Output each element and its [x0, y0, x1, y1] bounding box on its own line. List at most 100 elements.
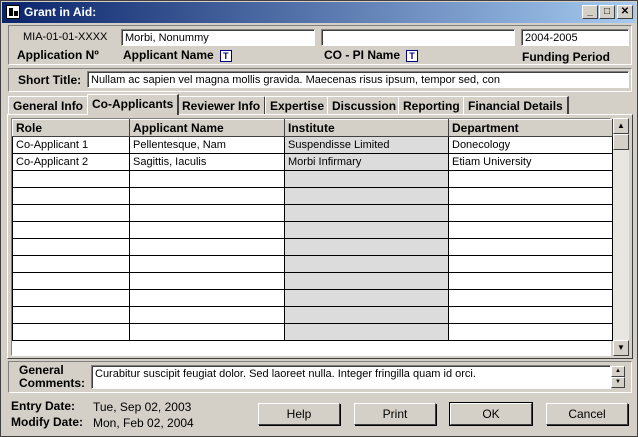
- column-header-department[interactable]: Department: [448, 119, 613, 137]
- table-cell[interactable]: Morbi Infirmary: [284, 153, 449, 171]
- table-row[interactable]: [12, 289, 613, 307]
- comments-scroll-down[interactable]: ▼: [611, 377, 625, 388]
- table-row[interactable]: [12, 204, 613, 222]
- maximize-icon: □: [603, 6, 611, 17]
- table-cell[interactable]: [129, 306, 285, 324]
- scroll-up-button[interactable]: ▲: [613, 118, 629, 134]
- table-cell[interactable]: [129, 187, 285, 205]
- table-cell[interactable]: [12, 255, 130, 273]
- table-cell[interactable]: [129, 238, 285, 256]
- table-cell[interactable]: [448, 255, 613, 273]
- tab-general-info[interactable]: General Info: [8, 96, 90, 114]
- table-cell[interactable]: [12, 238, 130, 256]
- table-cell[interactable]: Etiam University: [448, 153, 613, 171]
- table-cell[interactable]: [284, 306, 449, 324]
- window-title: Grant in Aid:: [24, 5, 97, 19]
- table-cell[interactable]: [129, 272, 285, 290]
- help-button[interactable]: Help: [258, 403, 340, 425]
- table-row[interactable]: [12, 255, 613, 273]
- table-cell[interactable]: [448, 170, 613, 188]
- table-cell[interactable]: Pellentesque, Nam: [129, 136, 285, 154]
- column-header-role[interactable]: Role: [12, 119, 130, 137]
- maximize-button[interactable]: □: [599, 5, 615, 19]
- table-cell[interactable]: [12, 306, 130, 324]
- general-comments-label: General Comments:: [19, 363, 86, 390]
- table-cell[interactable]: [284, 323, 449, 341]
- table-cell[interactable]: [129, 289, 285, 307]
- table-cell[interactable]: [129, 221, 285, 239]
- table-cell[interactable]: Co-Applicant 2: [12, 153, 130, 171]
- general-comments-field[interactable]: Curabitur suscipit feugiat dolor. Sed la…: [91, 365, 611, 389]
- table-cell[interactable]: [448, 187, 613, 205]
- table-row[interactable]: [12, 221, 613, 239]
- table-cell[interactable]: [448, 238, 613, 256]
- table-cell[interactable]: [284, 187, 449, 205]
- copi-name-field[interactable]: [321, 29, 515, 46]
- arrow-down-icon: ▼: [617, 343, 625, 352]
- table-cell[interactable]: [12, 272, 130, 290]
- table-cell[interactable]: [12, 289, 130, 307]
- comments-scroll-up[interactable]: ▲: [611, 366, 625, 377]
- table-row[interactable]: [12, 306, 613, 324]
- tab-expertise[interactable]: Expertise: [265, 96, 331, 114]
- funding-period-field[interactable]: 2004-2005: [521, 29, 629, 46]
- table-cell[interactable]: [284, 170, 449, 188]
- table-cell[interactable]: [12, 323, 130, 341]
- scroll-down-button[interactable]: ▼: [613, 340, 629, 356]
- entry-date-label: Entry Date:: [11, 399, 76, 413]
- table-cell[interactable]: [12, 221, 130, 239]
- table-cell[interactable]: [448, 323, 613, 341]
- tab-financial-details[interactable]: Financial Details: [463, 96, 569, 114]
- table-cell[interactable]: [129, 323, 285, 341]
- table-cell[interactable]: [12, 170, 130, 188]
- table-cell[interactable]: [129, 255, 285, 273]
- table-row[interactable]: [12, 238, 613, 256]
- tab-co-applicants[interactable]: Co-Applicants: [87, 94, 180, 115]
- lookup-icon[interactable]: T: [219, 49, 232, 62]
- lookup-icon[interactable]: T: [406, 49, 419, 62]
- table-cell[interactable]: [284, 221, 449, 239]
- minimize-button[interactable]: _: [582, 5, 598, 19]
- table-cell[interactable]: [284, 289, 449, 307]
- table-cell[interactable]: [448, 306, 613, 324]
- table-cell[interactable]: [284, 255, 449, 273]
- table-cell[interactable]: [129, 204, 285, 222]
- table-cell[interactable]: [284, 204, 449, 222]
- tab-reporting[interactable]: Reporting: [398, 96, 466, 114]
- ok-button[interactable]: OK: [449, 402, 533, 426]
- application-number-value: MIA-01-01-XXXX: [23, 31, 108, 43]
- table-cell[interactable]: Co-Applicant 1: [12, 136, 130, 154]
- print-button[interactable]: Print: [354, 403, 436, 425]
- tab-discussion[interactable]: Discussion: [327, 96, 403, 114]
- applicant-name-field[interactable]: Morbi, Nonummy: [121, 29, 315, 46]
- table-row[interactable]: [12, 170, 613, 188]
- table-row[interactable]: [12, 272, 613, 290]
- table-cell[interactable]: [448, 221, 613, 239]
- table-cell[interactable]: [129, 170, 285, 188]
- modify-date-label: Modify Date:: [11, 415, 83, 429]
- cancel-button[interactable]: Cancel: [546, 403, 628, 425]
- tab-reviewer-info[interactable]: Reviewer Info: [177, 96, 267, 114]
- table-cell[interactable]: [284, 238, 449, 256]
- table-row[interactable]: [12, 323, 613, 341]
- table-row[interactable]: Co-Applicant 2 Sagittis, Iaculis Morbi Inf…: [12, 153, 613, 171]
- scroll-thumb[interactable]: [613, 134, 629, 150]
- table-cell[interactable]: [284, 272, 449, 290]
- column-header-institute[interactable]: Institute: [284, 119, 449, 137]
- table-row[interactable]: [12, 187, 613, 205]
- table-cell[interactable]: Donecology: [448, 136, 613, 154]
- table-cell[interactable]: [448, 204, 613, 222]
- table-cell[interactable]: Suspendisse Limited: [284, 136, 449, 154]
- table-cell[interactable]: [12, 187, 130, 205]
- title-bar[interactable]: Grant in Aid: _ □ ✕: [2, 2, 636, 23]
- close-button[interactable]: ✕: [617, 5, 633, 19]
- table-cell[interactable]: Sagittis, Iaculis: [129, 153, 285, 171]
- table-row[interactable]: Co-Applicant 1 Pellentesque, Nam Suspendis…: [12, 136, 613, 154]
- table-scrollbar[interactable]: ▲ ▼: [613, 118, 629, 356]
- short-title-field[interactable]: Nullam ac sapien vel magna mollis gravid…: [87, 71, 629, 88]
- table-cell[interactable]: [12, 204, 130, 222]
- table-cell[interactable]: [448, 272, 613, 290]
- table-cell[interactable]: [448, 289, 613, 307]
- column-header-applicant-name[interactable]: Applicant Name: [129, 119, 285, 137]
- comments-scrollbar[interactable]: ▲ ▼: [611, 366, 625, 388]
